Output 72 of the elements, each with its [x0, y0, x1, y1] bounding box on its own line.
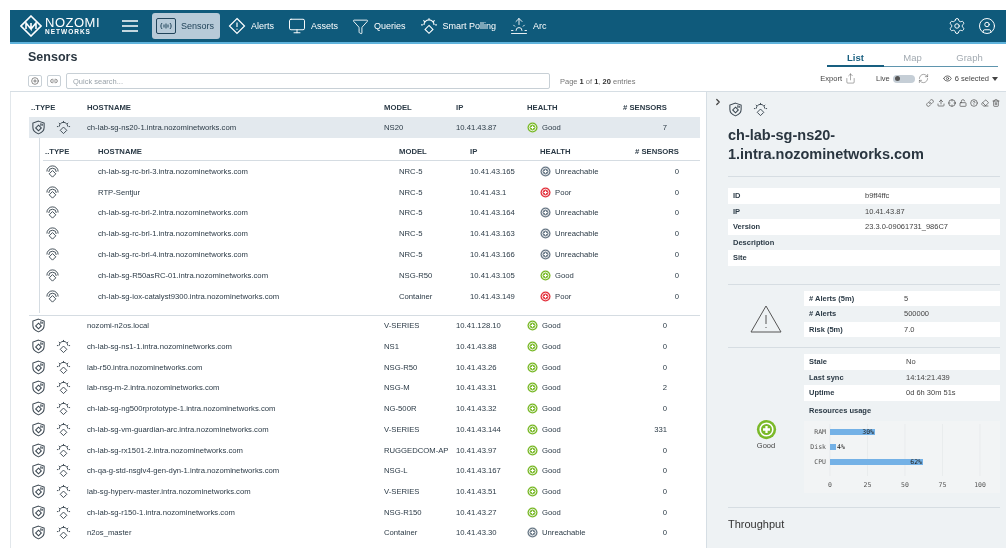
radar-diamond-icon: [56, 504, 71, 520]
shield-icon: [31, 339, 46, 355]
shield-icon: [31, 525, 46, 541]
shield-icon: [728, 101, 743, 117]
upload-icon[interactable]: [937, 99, 945, 107]
section-title: Throughput: [728, 517, 786, 530]
shield-icon: [31, 421, 46, 437]
logo-text: NOZOMI: [45, 16, 100, 30]
warning-icon: [750, 304, 782, 333]
radar-diamond-icon: [56, 442, 71, 458]
antenna-diamond-icon: [45, 226, 60, 242]
sunrise-icon: [510, 17, 529, 35]
shield-icon: [31, 318, 46, 334]
nav-item[interactable]: Arc: [506, 13, 553, 39]
crosshair-icon[interactable]: [948, 99, 956, 107]
link-icon: [50, 77, 58, 85]
help-icon[interactable]: [970, 99, 978, 107]
radar-diamond-icon: [56, 120, 71, 135]
nav-item[interactable]: Smart Polling: [415, 13, 503, 39]
settings-icon[interactable]: [948, 17, 966, 35]
monitor-icon: [288, 17, 307, 35]
live-toggle[interactable]: [892, 74, 915, 83]
radar-diamond-icon: [56, 339, 71, 355]
user-icon[interactable]: [978, 17, 996, 35]
radar-diamond-icon: [56, 359, 71, 375]
add-icon: [31, 77, 39, 85]
shield-icon: [31, 380, 46, 396]
logo-icon: [20, 15, 42, 37]
radar-diamond-icon: [753, 101, 768, 117]
caret-icon: [992, 76, 998, 81]
radar-diamond-icon: [56, 421, 71, 437]
trash-icon[interactable]: [992, 99, 1000, 107]
antenna-diamond-icon: [45, 247, 60, 263]
radar-diamond-icon: [56, 525, 71, 541]
link-icon[interactable]: [926, 99, 934, 107]
antenna-diamond-icon: [45, 267, 60, 283]
usage-bar: [830, 443, 836, 450]
radar-diamond-icon: [56, 483, 71, 499]
shield-icon: [31, 359, 46, 375]
radar-diamond-icon: [419, 17, 438, 35]
filter-icon: [352, 17, 370, 35]
shield-icon: [31, 442, 46, 458]
nav-item[interactable]: Queries: [348, 13, 412, 39]
menu-icon[interactable]: [122, 20, 138, 32]
usage-bar: [830, 428, 875, 435]
antenna-diamond-icon: [45, 205, 60, 221]
unlock-icon[interactable]: [959, 99, 967, 107]
radar-diamond-icon: [56, 463, 71, 479]
radar-diamond-icon: [56, 401, 71, 417]
refresh-icon[interactable]: [917, 73, 929, 84]
export-icon: [845, 73, 857, 84]
view-tab[interactable]: List: [827, 52, 884, 67]
nav-item[interactable]: Assets: [284, 13, 345, 39]
add-button[interactable]: [28, 75, 42, 87]
shield-icon: [31, 483, 46, 499]
nav-item[interactable]: Alerts: [224, 13, 281, 39]
radar-diamond-icon: [56, 380, 71, 396]
shield-icon: [31, 120, 46, 135]
shield-icon: [31, 463, 46, 479]
nav-item[interactable]: Sensors: [152, 13, 221, 39]
sensor-icon: [159, 20, 173, 32]
eraser-icon[interactable]: [981, 99, 989, 107]
page-title: Sensors: [28, 50, 79, 64]
sensor-title: ch-lab-sg-ns20-1.intra.nozominetworks.com: [728, 126, 925, 164]
alert-icon: [228, 17, 247, 35]
antenna-diamond-icon: [45, 184, 60, 200]
link-button[interactable]: [47, 75, 61, 87]
shield-icon: [31, 401, 46, 417]
antenna-diamond-icon: [45, 163, 60, 179]
shield-icon: [31, 504, 46, 520]
eye-icon: [942, 74, 952, 83]
antenna-diamond-icon: [45, 288, 60, 304]
